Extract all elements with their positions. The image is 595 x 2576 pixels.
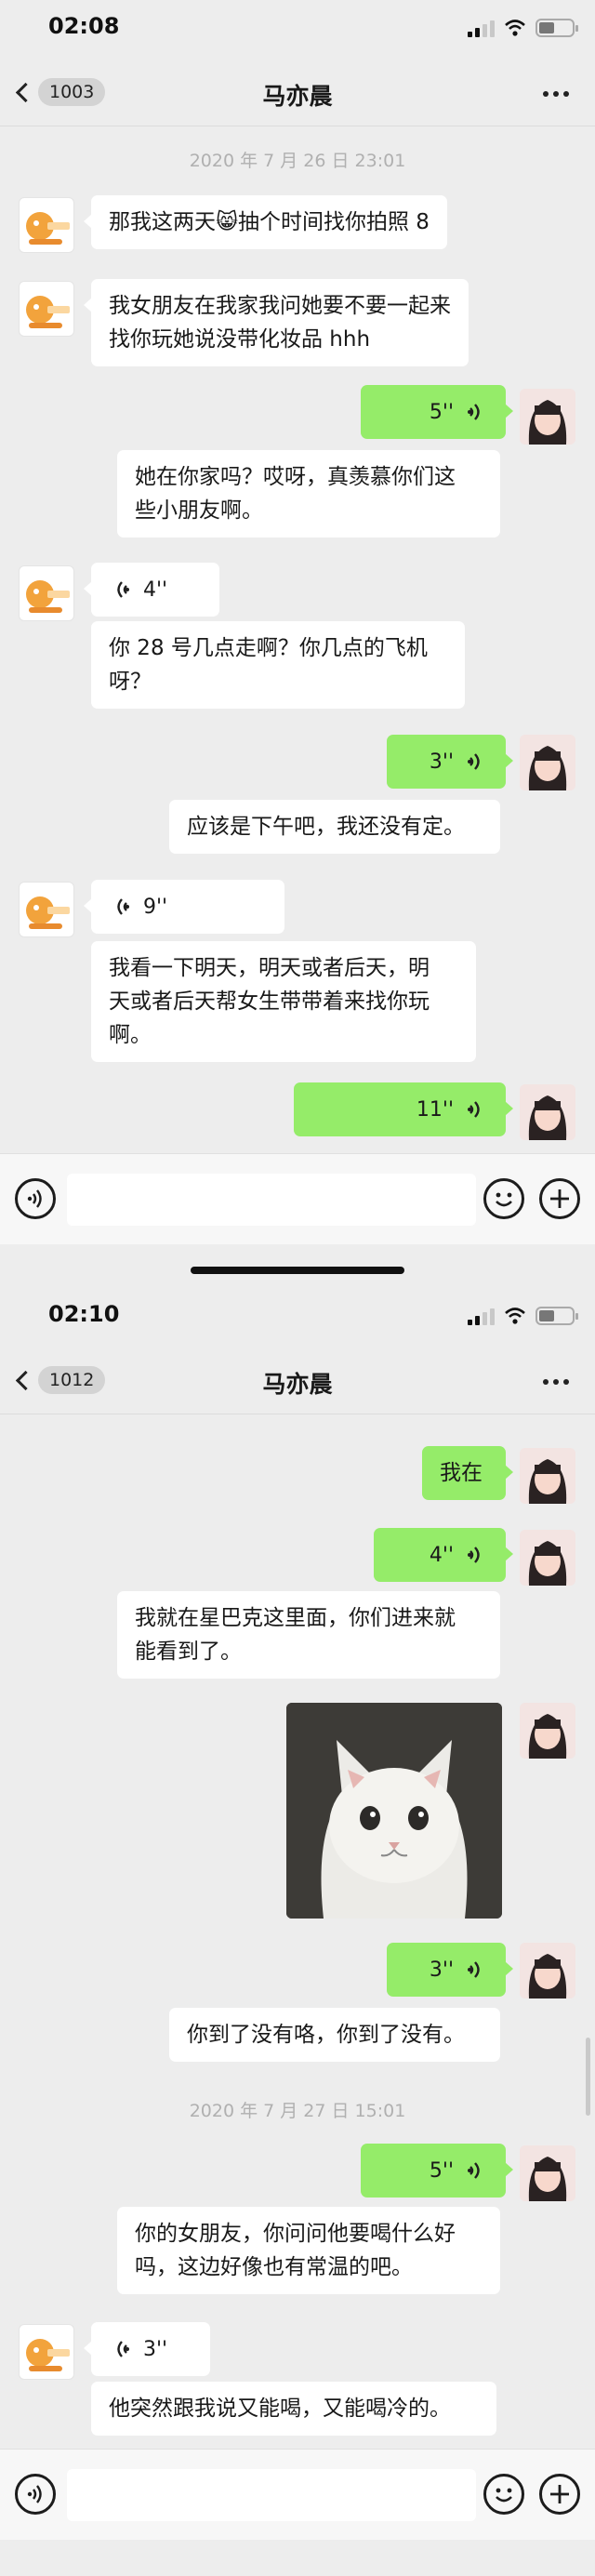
voice-wave-icon: [117, 2341, 129, 2357]
voice-message[interactable]: 11'': [294, 1082, 513, 1136]
voice-wave-icon: [117, 581, 129, 598]
voice-wave-icon: [468, 2162, 480, 2179]
voice-duration: 3'': [429, 1958, 454, 1982]
chat-header: 1012 马亦晨: [0, 1348, 595, 1414]
wifi-icon: [505, 1308, 525, 1324]
chat-title: 马亦晨: [262, 1371, 333, 1398]
voice-transcript: 她在你家吗？哎呀，真羡慕你们这 些小朋友啊。: [117, 450, 500, 538]
voice-wave-icon: [117, 898, 129, 915]
add-icon[interactable]: [539, 1178, 580, 1219]
signal-icon: [468, 1307, 495, 1325]
user-avatar[interactable]: [520, 1703, 575, 1759]
voice-transcript: 我看一下明天，明天或者后天，明 天或者后天帮女生带带着来找你玩 啊。: [91, 941, 476, 1062]
contact-avatar[interactable]: [19, 281, 74, 337]
voice-message[interactable]: 4'': [84, 563, 219, 617]
user-avatar[interactable]: [520, 1530, 575, 1586]
more-options-icon[interactable]: [543, 91, 569, 97]
message-input[interactable]: [67, 2469, 476, 2521]
signal-icon: [468, 19, 495, 37]
voice-duration: 4'': [143, 578, 168, 602]
emoji-icon[interactable]: [483, 2474, 524, 2515]
status-bar: 02:08: [0, 0, 595, 60]
message-input[interactable]: [67, 1174, 476, 1226]
status-time: 02:10: [48, 1301, 120, 1327]
voice-message[interactable]: 3'': [387, 1943, 513, 1997]
chat-title: 马亦晨: [262, 83, 333, 110]
chat-header: 1003 马亦晨: [0, 60, 595, 126]
voice-duration: 4'': [429, 1543, 454, 1567]
user-avatar[interactable]: [520, 1943, 575, 1998]
emoji-icon[interactable]: [483, 1178, 524, 1219]
input-bar: [0, 1153, 595, 1244]
message-timestamp: 2020 年 7 月 26 日 23:01: [189, 151, 406, 171]
voice-duration: 5'': [429, 400, 454, 424]
battery-icon: [536, 1307, 578, 1325]
more-options-icon[interactable]: [543, 1379, 569, 1385]
voice-input-icon[interactable]: [15, 1178, 56, 1219]
voice-wave-icon: [468, 1547, 480, 1563]
input-bar: [0, 2449, 595, 2540]
voice-wave-icon: [468, 753, 480, 770]
voice-message[interactable]: 3'': [84, 2322, 210, 2376]
voice-wave-icon: [468, 1101, 480, 1118]
contact-avatar[interactable]: [19, 2324, 74, 2380]
status-bar: 02:10: [0, 1288, 595, 1348]
status-time: 02:08: [48, 13, 120, 39]
user-avatar[interactable]: [520, 735, 575, 790]
voice-transcript: 你 28 号几点走啊？你几点的飞机 呀？: [91, 621, 465, 709]
user-avatar[interactable]: [520, 1084, 575, 1140]
voice-message[interactable]: 4'': [374, 1528, 513, 1582]
voice-input-icon[interactable]: [15, 2474, 56, 2515]
voice-duration: 5'': [429, 2158, 454, 2183]
voice-message[interactable]: 3'': [387, 735, 513, 789]
message-bubble[interactable]: 那我这两天😸抽个时间找你拍照 8: [84, 195, 447, 249]
voice-message[interactable]: 9'': [84, 880, 284, 934]
chat-screenshot-2: 02:10 1012 马亦晨 我在 4'' 我就在星巴克这里面，你们进来就 能看…: [0, 1288, 595, 2576]
voice-message[interactable]: 5'': [361, 2144, 513, 2198]
home-indicator: [191, 1267, 404, 1274]
voice-transcript: 我就在星巴克这里面，你们进来就 能看到了。: [117, 1591, 500, 1679]
voice-duration: 9'': [143, 895, 168, 919]
voice-transcript: 你的女朋友，你问问他要喝什么好 吗，这边好像也有常温的吧。: [117, 2207, 500, 2294]
contact-avatar[interactable]: [19, 565, 74, 621]
add-icon[interactable]: [539, 2474, 580, 2515]
voice-wave-icon: [468, 404, 480, 420]
voice-message[interactable]: 5'': [361, 385, 513, 439]
user-avatar[interactable]: [520, 1448, 575, 1504]
voice-transcript: 你到了没有咯，你到了没有。: [169, 2008, 500, 2062]
contact-avatar[interactable]: [19, 882, 74, 937]
chat-screenshot-1: 02:08 1003 马亦晨 2020 年 7 月 26 日 23:01 那我这…: [0, 0, 595, 1288]
voice-transcript: 他突然跟我说又能喝，又能喝冷的。: [91, 2382, 496, 2436]
battery-icon: [536, 19, 578, 37]
user-avatar[interactable]: [520, 389, 575, 445]
voice-wave-icon: [468, 1961, 480, 1978]
voice-duration: 3'': [143, 2337, 168, 2361]
wifi-icon: [505, 20, 525, 36]
message-timestamp: 2020 年 7 月 27 日 15:01: [189, 2101, 406, 2121]
scrollbar[interactable]: [586, 2038, 590, 2116]
voice-duration: 11'': [416, 1097, 454, 1122]
cat-photo[interactable]: [286, 1703, 502, 1919]
message-bubble[interactable]: 我在: [422, 1446, 513, 1500]
voice-transcript: 应该是下午吧，我还没有定。: [169, 800, 500, 854]
voice-duration: 3'': [429, 750, 454, 774]
contact-avatar[interactable]: [19, 197, 74, 253]
user-avatar[interactable]: [520, 2145, 575, 2201]
message-bubble[interactable]: 我女朋友在我家我问她要不要一起来 找你玩她说没带化妆品 hhh: [84, 279, 469, 366]
